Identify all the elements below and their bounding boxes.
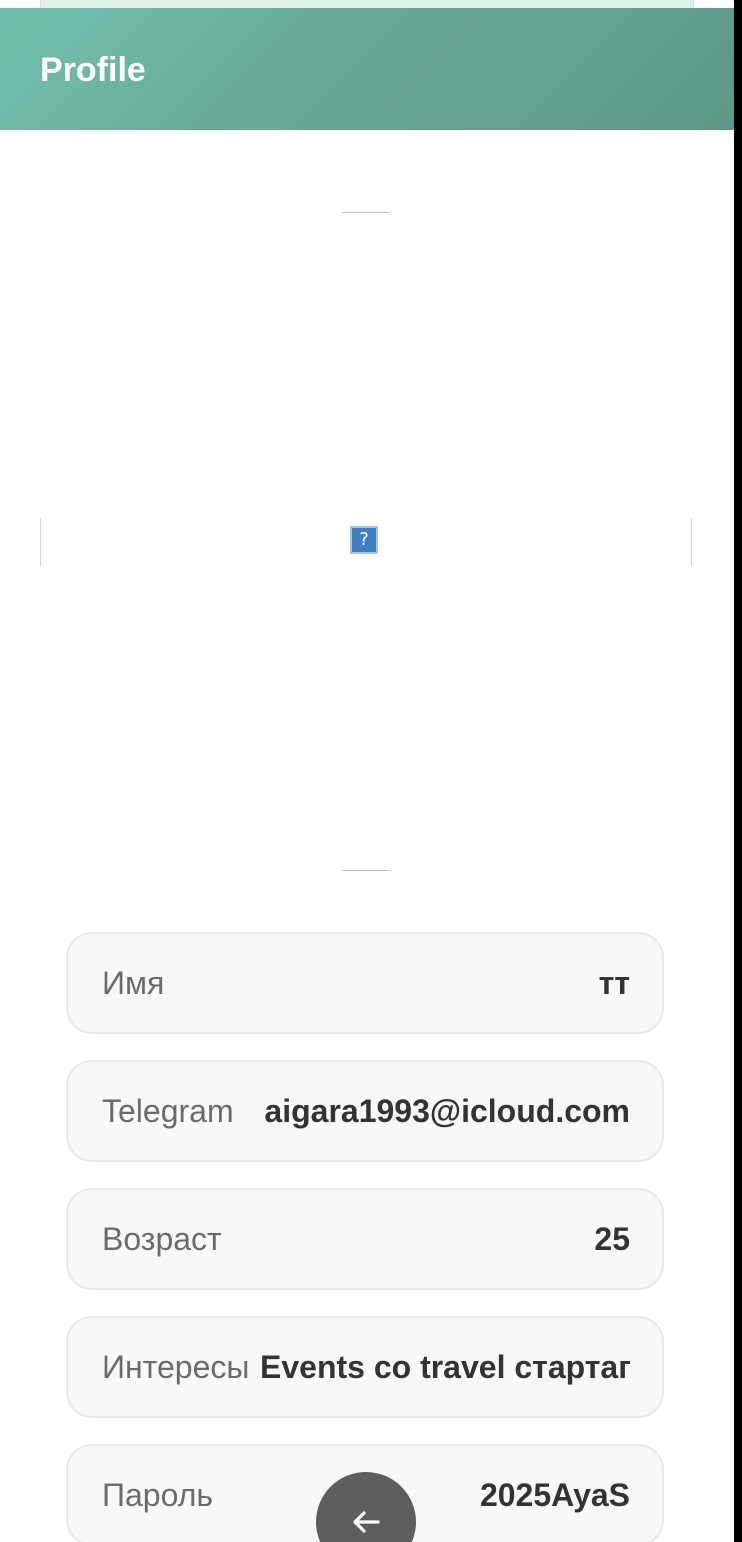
field-value: aigara1993@icloud.com bbox=[264, 1093, 630, 1129]
field-value: 2025AyaS bbox=[479, 1477, 630, 1513]
profile-photo[interactable]: ? bbox=[40, 212, 692, 872]
field-label: Интересы bbox=[102, 1349, 250, 1385]
field-label: Пароль bbox=[102, 1477, 214, 1513]
field-age[interactable]: Возраст 25 bbox=[66, 1188, 664, 1290]
field-value: 25 bbox=[594, 1221, 630, 1257]
broken-image-icon: ? bbox=[350, 526, 378, 554]
photo-frame-right-edge bbox=[691, 518, 692, 566]
device-frame: Profile ? Имя тт Telegram aigara1993@icl… bbox=[0, 0, 742, 1542]
field-interests[interactable]: Интересы Events co travel стартап bbox=[66, 1316, 664, 1418]
field-value: тт bbox=[598, 965, 630, 1001]
photo-frame-top-edge bbox=[342, 212, 390, 213]
field-label: Имя bbox=[102, 965, 165, 1001]
field-value: Events co travel стартап bbox=[260, 1349, 630, 1385]
app-screen: Profile ? Имя тт Telegram aigara1993@icl… bbox=[0, 0, 734, 1542]
photo-frame-left-edge bbox=[40, 518, 41, 566]
device-bezel-right bbox=[734, 0, 742, 1542]
page-title: Profile bbox=[40, 51, 146, 89]
photo-frame-bottom-edge bbox=[342, 870, 390, 871]
field-name[interactable]: Имя тт bbox=[66, 932, 664, 1034]
field-label: Telegram bbox=[102, 1093, 234, 1129]
profile-header: Profile bbox=[0, 8, 734, 130]
field-label: Возраст bbox=[102, 1221, 222, 1257]
arrow-left-icon bbox=[353, 1511, 380, 1533]
field-telegram[interactable]: Telegram aigara1993@icloud.com bbox=[66, 1060, 664, 1162]
